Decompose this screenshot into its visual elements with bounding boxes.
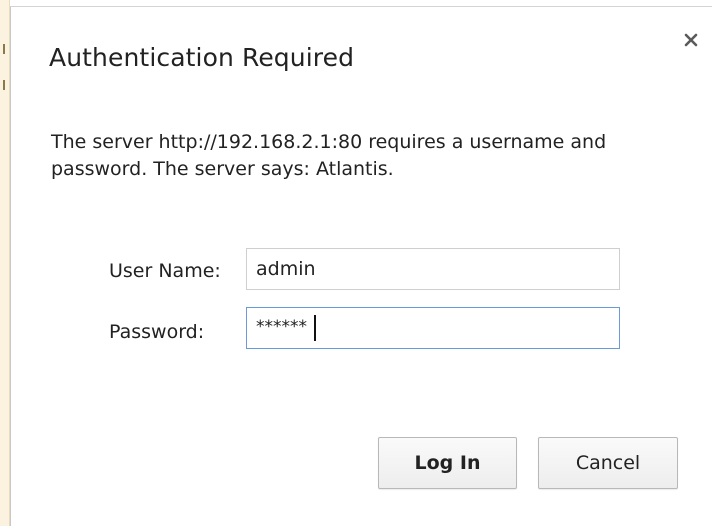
text-caret — [314, 315, 316, 341]
screen: Authentication Required The server http:… — [0, 0, 712, 526]
password-input[interactable]: ****** — [246, 307, 620, 349]
background-mark — [3, 80, 5, 90]
background-mark — [3, 44, 5, 54]
password-label: Password: — [109, 321, 205, 343]
login-button[interactable]: Log In — [378, 437, 517, 489]
close-icon[interactable] — [682, 31, 700, 49]
dialog-message: The server http://192.168.2.1:80 require… — [51, 131, 607, 180]
close-icon-svg — [684, 33, 698, 47]
password-masked-value: ****** — [256, 317, 307, 337]
cancel-button[interactable]: Cancel — [538, 437, 678, 489]
authentication-dialog: Authentication Required The server http:… — [10, 6, 712, 526]
username-input[interactable] — [246, 248, 620, 290]
username-label: User Name: — [109, 260, 221, 282]
background-window-edge — [0, 0, 10, 526]
dialog-title: Authentication Required — [49, 43, 355, 72]
